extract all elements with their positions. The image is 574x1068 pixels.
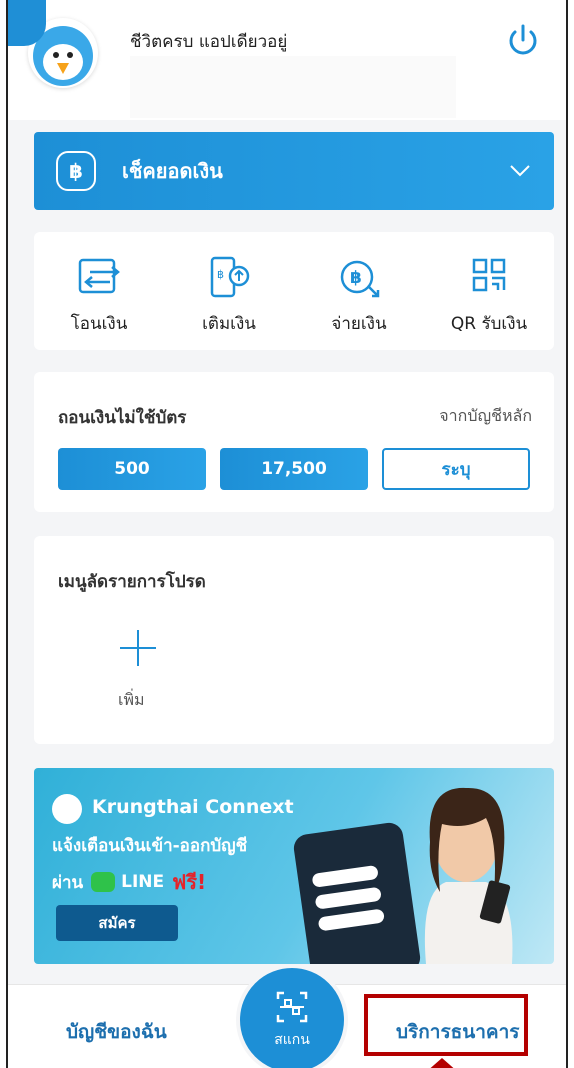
user-name-area — [130, 56, 456, 118]
pay-button[interactable]: ฿ จ่ายเงิน — [299, 254, 419, 350]
svg-text:฿: ฿ — [217, 268, 224, 281]
pay-label: จ่ายเงิน — [331, 314, 387, 334]
qr-icon — [472, 258, 506, 292]
svg-text:฿: ฿ — [350, 268, 362, 288]
scan-button[interactable]: สแกน — [236, 964, 348, 1068]
greeting-text: ชีวิตครบ แอปเดียวอยู่ — [130, 32, 288, 52]
banner-brand: Krungthai Connext — [92, 796, 294, 818]
pay-icon: ฿ — [340, 260, 380, 298]
topup-icon: ฿ — [210, 256, 250, 298]
banner-headline: แจ้งเตือนเงินเข้า-ออกบัญชี — [52, 836, 248, 856]
line-app-icon — [91, 872, 116, 892]
my-accounts-tab[interactable]: บัญชีของฉัน — [66, 1017, 167, 1047]
banner-line-word: LINE — [121, 872, 165, 892]
scan-qr-icon — [276, 991, 308, 1023]
favorites-card: เมนูลัดรายการโปรด เพิ่ม — [34, 536, 554, 744]
annotation-arrow — [426, 1058, 458, 1068]
amount-500-button[interactable]: 500 — [58, 448, 206, 490]
plus-icon[interactable] — [118, 628, 158, 668]
amount-17500-button[interactable]: 17,500 — [220, 448, 368, 490]
transfer-icon — [78, 258, 120, 294]
check-balance-label: เช็คยอดเงิน — [122, 159, 223, 183]
qr-receive-button[interactable]: QR รับเงิน — [429, 254, 549, 350]
signup-button[interactable]: สมัคร — [56, 905, 178, 941]
transfer-button[interactable]: โอนเงิน — [39, 254, 159, 350]
krungthai-logo-icon — [52, 794, 82, 824]
check-balance-bar[interactable]: ฿ เช็คยอดเงิน — [34, 132, 554, 210]
topup-label: เติมเงิน — [202, 314, 256, 334]
scan-label: สแกน — [274, 1032, 310, 1048]
banner-subline: ผ่าน LINE ฟรี! — [52, 866, 206, 898]
transfer-label: โอนเงิน — [70, 314, 128, 334]
favorites-title: เมนูลัดรายการโปรด — [58, 572, 206, 592]
phone-illustration — [292, 821, 422, 964]
custom-amount-button[interactable]: ระบุ — [382, 448, 530, 490]
topup-button[interactable]: ฿ เติมเงิน — [169, 254, 289, 350]
banner-free-word: ฟรี! — [172, 870, 207, 894]
withdraw-source[interactable]: จากบัญชีหลัก — [439, 404, 532, 429]
app-frame: ชีวิตครบ แอปเดียวอยู่ ฿ เช็คยอดเงิน โอนเ… — [6, 0, 568, 1068]
quick-actions-card: โอนเงิน ฿ เติมเงิน ฿ จ่ายเงิน QR รับเงิน — [34, 232, 554, 350]
header: ชีวิตครบ แอปเดียวอยู่ — [8, 0, 566, 120]
annotation-highlight-box — [364, 994, 528, 1056]
add-favorite-label: เพิ่ม — [118, 690, 145, 709]
banner-via: ผ่าน — [52, 872, 84, 893]
qr-receive-label: QR รับเงิน — [450, 314, 528, 334]
chevron-down-icon[interactable] — [508, 158, 532, 182]
power-icon[interactable] — [504, 22, 542, 60]
promo-banner[interactable]: Krungthai Connext แจ้งเตือนเงินเข้า-ออกบ… — [34, 768, 554, 964]
baht-icon: ฿ — [56, 151, 96, 191]
cardless-withdraw-card: ถอนเงินไม่ใช้บัตร จากบัญชีหลัก 500 17,50… — [34, 372, 554, 512]
withdraw-title: ถอนเงินไม่ใช้บัตร — [58, 408, 187, 428]
promo-person-image — [424, 787, 513, 964]
